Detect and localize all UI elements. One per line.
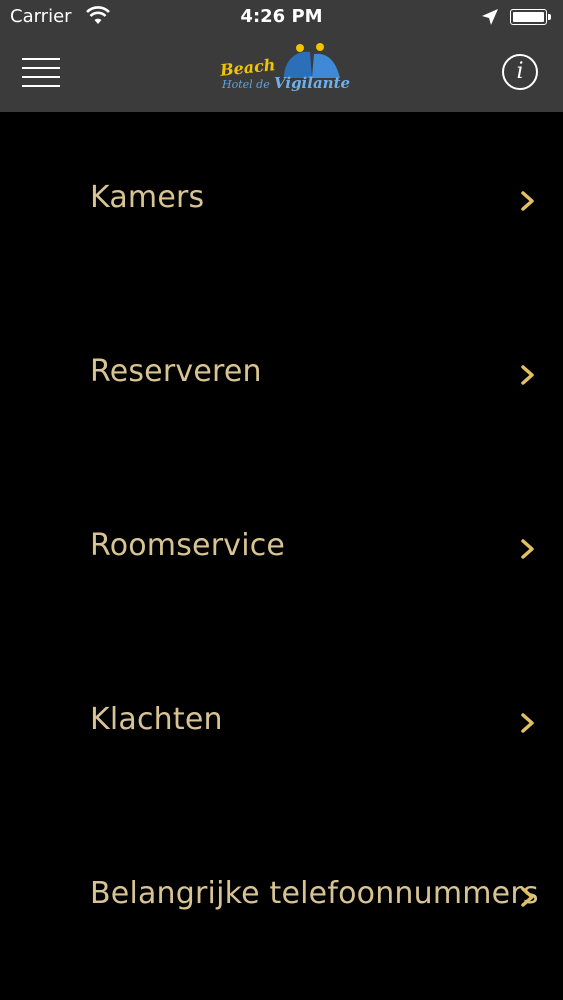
status-bar: Carrier 4:26 PM [0,0,563,36]
menu-item-telefoonnummers[interactable]: Belangrijke telefoonnummers [0,808,563,982]
menu-item-roomservice[interactable]: Roomservice [0,460,563,634]
chevron-right-icon [521,713,534,733]
chevron-right-icon [521,365,534,385]
menu-item-klachten[interactable]: Klachten [0,634,563,808]
status-time: 4:26 PM [240,6,323,27]
main-menu-list: Kamers Reserveren Roomservice Klachten B… [0,112,563,982]
info-icon[interactable]: i [502,54,538,90]
menu-item-reserveren[interactable]: Reserveren [0,286,563,460]
chevron-right-icon [521,191,534,211]
menu-item-label: Reserveren [90,354,262,389]
menu-item-label: Belangrijke telefoonnummers [90,876,539,911]
hotel-logo: Beach Hotel de Vigilante [214,38,350,106]
navigation-bar: Carrier 4:26 PM Beach Hotel de Vigilante… [0,0,563,112]
menu-item-kamers[interactable]: Kamers [0,112,563,286]
logo-vigilante-text: Vigilante [274,74,351,92]
hamburger-menu-icon[interactable] [22,56,62,90]
chevron-right-icon [521,887,534,907]
battery-icon [510,9,551,25]
menu-item-label: Kamers [90,180,205,215]
logo-beach-text: Beach [219,55,277,80]
logo-hotel-de-text: Hotel de [222,78,270,91]
location-arrow-icon [482,9,498,25]
menu-item-label: Roomservice [90,528,286,563]
menu-item-label: Klachten [90,702,223,737]
chevron-right-icon [521,539,534,559]
